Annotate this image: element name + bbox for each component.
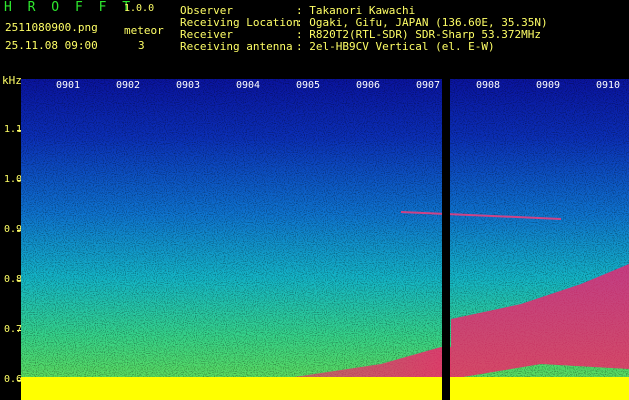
y-axis-unit: kHz [2, 74, 22, 87]
spectrogram-plot [21, 79, 629, 400]
observer-value: : Takanori Kawachi [296, 4, 416, 17]
location-label: Receiving Location [180, 16, 300, 29]
x-tick-label: 0910 [596, 80, 621, 91]
app-title: H R O F F T [4, 0, 135, 15]
noise-floor-band [21, 377, 629, 400]
x-tick-label: 0902 [116, 80, 141, 91]
image-filename: 2511080900.png [5, 21, 98, 34]
x-tick-label: 0905 [296, 80, 321, 91]
data-gap [442, 79, 450, 400]
antenna-value: : 2el-HB9CV Vertical (el. E-W) [296, 40, 495, 53]
receiver-label: Receiver [180, 28, 233, 41]
x-tick-label: 0903 [176, 80, 201, 91]
x-tick-label: 0907 [416, 80, 441, 91]
app-version: 1.0.0 [124, 3, 155, 14]
x-tick-label: 0908 [476, 80, 501, 91]
location-value: : Ogaki, Gifu, JAPAN (136.60E, 35.35N) [296, 16, 548, 29]
observer-label: Observer [180, 4, 233, 17]
receiver-value: : R820T2(RTL-SDR) SDR-Sharp 53.372MHz [296, 28, 542, 41]
antenna-label: Receiving antenna [180, 40, 293, 53]
x-tick-label: 0901 [56, 80, 81, 91]
x-tick-label: 0909 [536, 80, 561, 91]
x-tick-label: 0906 [356, 80, 381, 91]
capture-datetime: 25.11.08 09:00 [5, 39, 98, 52]
meteor-label: meteor [124, 24, 164, 37]
spectrogram-image [21, 79, 629, 400]
meteor-count: 3 [138, 39, 145, 52]
x-tick-label: 0904 [236, 80, 261, 91]
